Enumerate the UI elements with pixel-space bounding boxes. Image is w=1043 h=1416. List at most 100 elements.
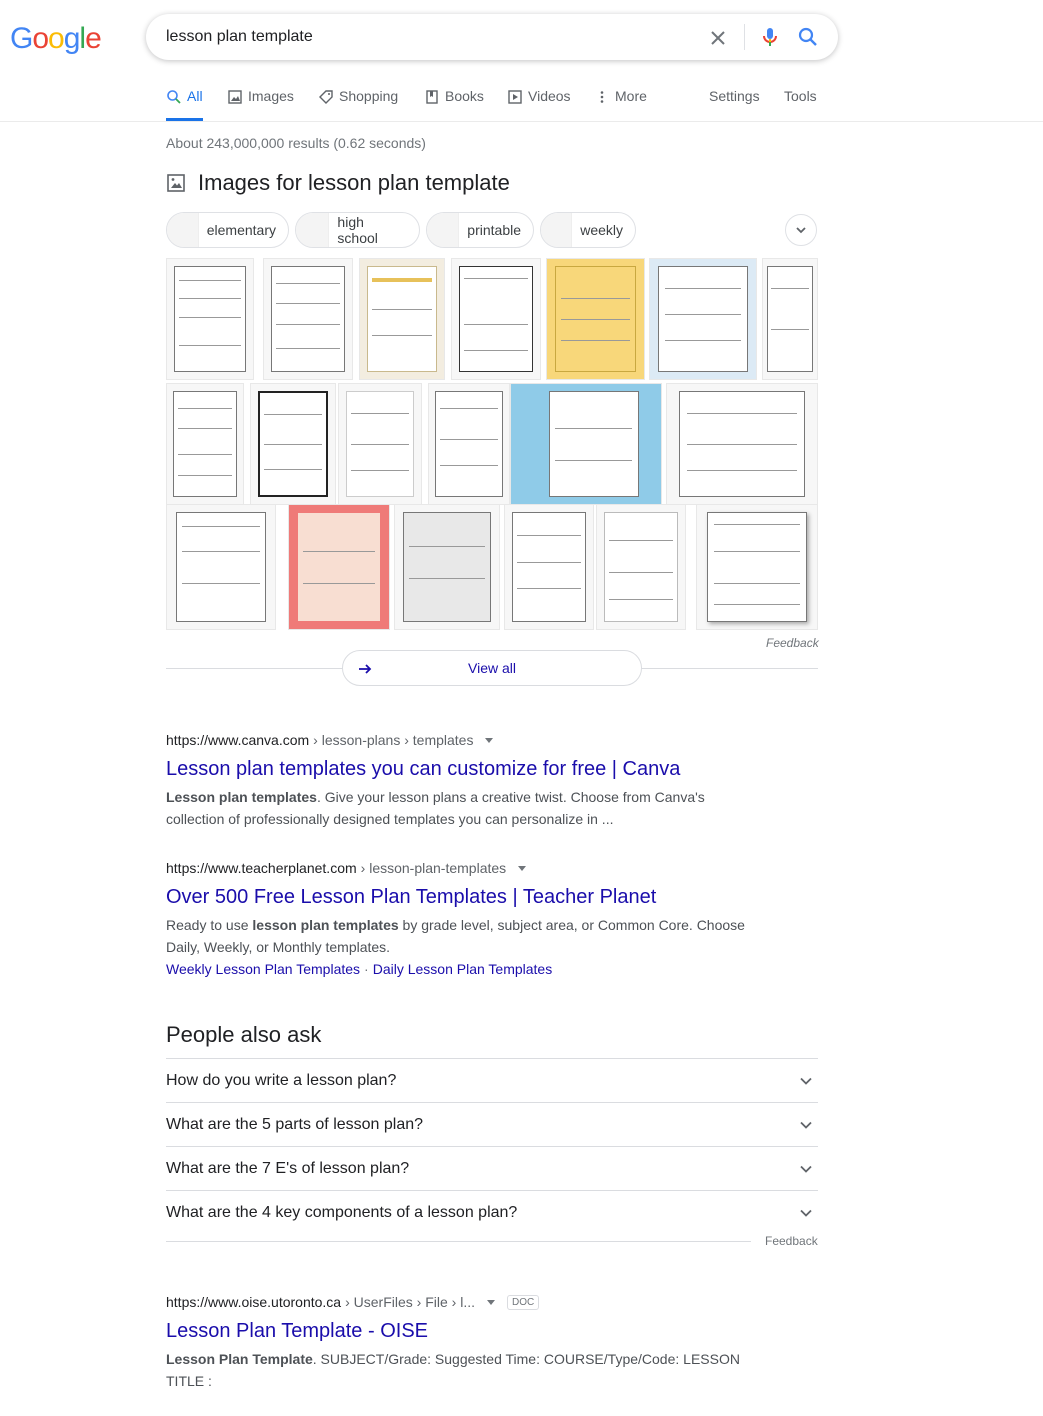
image-row (166, 383, 818, 505)
google-logo[interactable]: Google (10, 22, 102, 56)
chip-weekly[interactable]: weekly (540, 212, 636, 248)
view-all-section: View all (166, 650, 818, 686)
image-thumbnail[interactable] (166, 504, 276, 630)
search-input[interactable] (166, 14, 686, 60)
chip-thumbnail (541, 213, 573, 247)
image-thumbnail[interactable] (696, 504, 818, 630)
image-thumbnail[interactable] (666, 383, 818, 505)
paa-question-text: What are the 7 E's of lesson plan? (166, 1159, 410, 1177)
logo-letter: o (32, 22, 49, 55)
separator-dot: · (364, 961, 369, 977)
image-icon (228, 90, 242, 104)
result-path: › lesson-plan-templates (360, 860, 507, 876)
view-all-label: View all (468, 660, 516, 676)
image-thumbnail[interactable] (546, 258, 645, 380)
tab-label: Videos (528, 88, 571, 104)
snippet-highlight: lesson plan templates (252, 917, 399, 933)
tab-all[interactable]: All (166, 88, 203, 121)
chip-thumbnail (296, 213, 330, 247)
paa-question[interactable]: What are the 4 key components of a lesso… (166, 1190, 818, 1234)
image-thumbnail[interactable] (166, 258, 254, 380)
more-vert-icon (600, 91, 604, 103)
search-icon[interactable] (796, 25, 820, 49)
tab-videos[interactable]: Videos (507, 88, 571, 121)
result-cite[interactable]: https://www.oise.utoronto.ca › UserFiles… (166, 1294, 766, 1310)
chip-high-school[interactable]: high school (295, 212, 420, 248)
tab-images[interactable]: Images (227, 88, 294, 121)
tab-label: More (615, 88, 647, 104)
sitelinks: Weekly Lesson Plan Templates · Daily Lesso… (166, 958, 766, 980)
image-chips: elementary high school printable weekly (166, 212, 818, 248)
tab-shopping[interactable]: Shopping (318, 88, 398, 121)
tools-label: Tools (784, 88, 817, 104)
view-all-button[interactable]: View all (342, 650, 642, 686)
caret-down-icon[interactable] (518, 865, 527, 871)
microphone-icon[interactable] (758, 25, 782, 49)
chevron-down-icon (796, 227, 806, 234)
result-title[interactable]: Lesson Plan Template - OISE (166, 1318, 766, 1344)
chevron-down-icon (800, 1209, 812, 1217)
image-thumbnail[interactable] (762, 258, 818, 380)
image-thumbnail[interactable] (504, 504, 594, 630)
result-path: › lesson-plans › templates (313, 732, 474, 748)
tab-label: All (187, 88, 203, 104)
image-thumbnail[interactable] (263, 258, 353, 380)
chevron-down-icon (800, 1077, 812, 1085)
chip-label: printable (467, 222, 521, 238)
search-result: https://www.canva.com › lesson-plans › t… (166, 732, 766, 830)
result-stats: About 243,000,000 results (0.62 seconds) (166, 135, 426, 151)
image-thumbnail[interactable] (166, 383, 244, 505)
paa-question[interactable]: What are the 7 E's of lesson plan? (166, 1146, 818, 1190)
close-icon[interactable] (706, 26, 730, 50)
chip-printable[interactable]: printable (426, 212, 534, 248)
logo-letter: g (63, 22, 81, 55)
paa-question[interactable]: What are the 5 parts of lesson plan? (166, 1102, 818, 1146)
search-result: https://www.teacherplanet.com › lesson-p… (166, 860, 766, 980)
image-thumbnail[interactable] (428, 383, 510, 505)
settings-link[interactable]: Settings (709, 88, 760, 121)
snippet-text: Ready to use (166, 917, 253, 933)
images-header[interactable]: Images for lesson plan template (166, 170, 510, 196)
tab-more[interactable]: More (594, 88, 647, 121)
paa-question-text: How do you write a lesson plan? (166, 1071, 397, 1089)
image-thumbnail[interactable] (288, 504, 390, 630)
image-thumbnail[interactable] (338, 383, 422, 505)
search-tabs: All Images Shopping Books Videos More Se… (166, 88, 826, 122)
result-cite[interactable]: https://www.canva.com › lesson-plans › t… (166, 732, 766, 748)
image-thumbnail[interactable] (510, 383, 662, 505)
paa-question-text: What are the 5 parts of lesson plan? (166, 1115, 424, 1133)
paa-question[interactable]: How do you write a lesson plan? (166, 1058, 818, 1102)
result-url: https://www.canva.com (166, 732, 310, 748)
images-feedback-link[interactable]: Feedback (766, 636, 819, 650)
tab-books[interactable]: Books (424, 88, 484, 121)
caret-down-icon[interactable] (486, 1299, 495, 1305)
image-thumbnail[interactable] (596, 504, 686, 630)
logo-letter: o (48, 22, 65, 55)
image-thumbnail[interactable] (359, 258, 445, 380)
result-title[interactable]: Lesson plan templates you can customize … (166, 756, 766, 782)
images-heading: Images for lesson plan template (198, 170, 510, 195)
image-thumbnail[interactable] (451, 258, 541, 380)
chip-elementary[interactable]: elementary (166, 212, 289, 248)
search-icon (167, 90, 181, 104)
result-title[interactable]: Over 500 Free Lesson Plan Templates | Te… (166, 884, 766, 910)
image-row (166, 258, 818, 380)
caret-down-icon[interactable] (485, 737, 494, 743)
sitelink[interactable]: Weekly Lesson Plan Templates (166, 961, 360, 977)
image-thumbnail[interactable] (649, 258, 757, 380)
tag-icon (319, 90, 333, 104)
image-thumbnail[interactable] (394, 504, 500, 630)
chips-next-button[interactable] (785, 214, 817, 246)
snippet-highlight: Lesson Plan Template (166, 1351, 313, 1367)
divider (166, 1241, 751, 1242)
tab-label: Shopping (339, 88, 399, 104)
result-snippet: Ready to use lesson plan templates by gr… (166, 914, 766, 958)
result-url: https://www.teacherplanet.com (166, 860, 357, 876)
people-also-ask: How do you write a lesson plan? What are… (166, 1058, 818, 1234)
image-thumbnail[interactable] (250, 383, 336, 505)
result-cite[interactable]: https://www.teacherplanet.com › lesson-p… (166, 860, 766, 876)
sitelink[interactable]: Daily Lesson Plan Templates (373, 961, 553, 977)
paa-feedback-link[interactable]: Feedback (765, 1234, 818, 1248)
image-row (166, 504, 818, 630)
tools-link[interactable]: Tools (784, 88, 817, 121)
